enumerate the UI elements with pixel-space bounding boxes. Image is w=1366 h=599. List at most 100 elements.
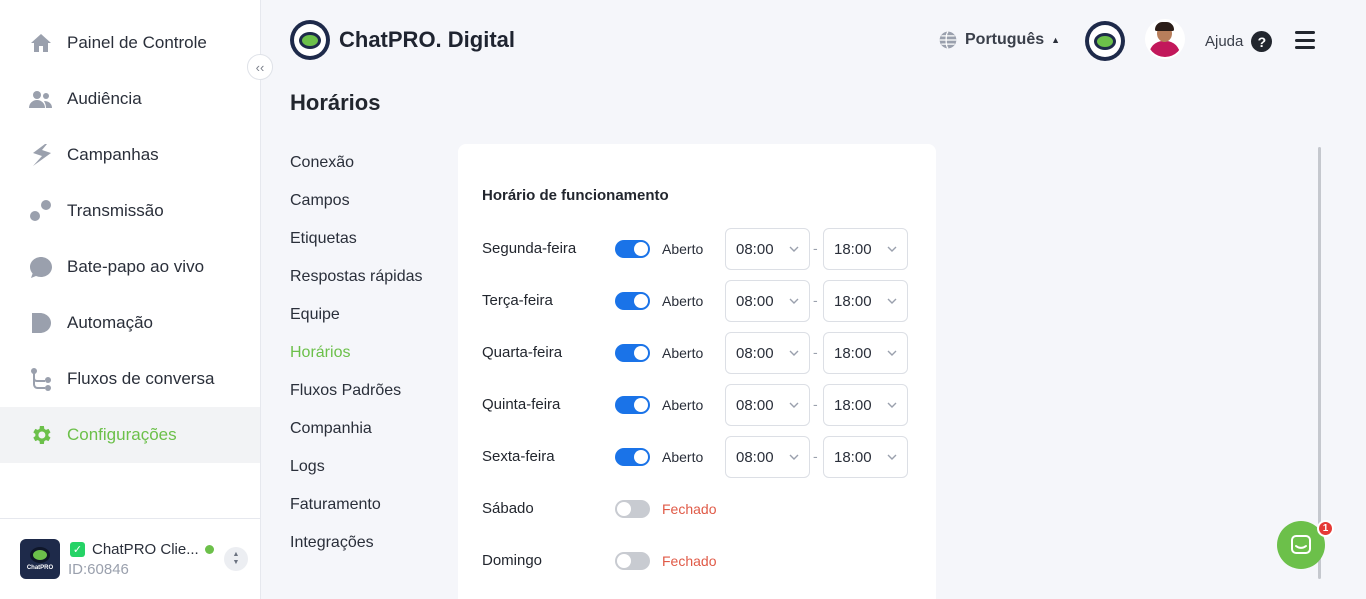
open-toggle[interactable] bbox=[615, 396, 650, 414]
sidebar-item-label: Transmissão bbox=[67, 201, 164, 220]
day-label: Segunda-feira bbox=[482, 240, 577, 257]
schedule-row: Segunda-feira Aberto 08:00 - 18:00 bbox=[458, 228, 936, 270]
open-toggle[interactable] bbox=[615, 552, 650, 570]
chevron-down-icon bbox=[887, 246, 897, 252]
schedule-row: Sábado Fechado bbox=[458, 488, 936, 530]
collapse-sidebar-button[interactable]: ‹‹ bbox=[247, 54, 273, 80]
brand-logo bbox=[290, 20, 330, 60]
account-logo: ChatPRO bbox=[20, 539, 60, 579]
sidebar-item-label: Bate-papo ao vivo bbox=[67, 257, 205, 276]
account-switcher-button[interactable]: ▲ ▼ bbox=[224, 547, 248, 571]
sidebar-item-label: Configurações bbox=[67, 425, 177, 444]
status-label: Aberto bbox=[662, 241, 704, 257]
submenu-integracoes[interactable]: Integrações bbox=[290, 534, 374, 552]
brand-title: ChatPRO. Digital bbox=[339, 27, 516, 52]
submenu-companhia[interactable]: Companhia bbox=[290, 420, 372, 438]
campaign-icon bbox=[28, 142, 54, 168]
chevron-down-icon bbox=[887, 454, 897, 460]
question-icon: ? bbox=[1251, 31, 1273, 52]
brand: ChatPRO. Digital bbox=[290, 20, 515, 60]
sidebar-item-audiencia[interactable]: Audiência bbox=[0, 71, 260, 127]
sidebar-item-label: Automação bbox=[67, 313, 153, 332]
chevron-down-icon bbox=[789, 246, 799, 252]
sidebar-item-label: Fluxos de conversa bbox=[67, 369, 215, 388]
status-label: Aberto bbox=[662, 449, 704, 465]
start-time-select[interactable]: 08:00 bbox=[725, 436, 810, 478]
schedule-row: Quarta-feira Aberto 08:00 - 18:00 bbox=[458, 332, 936, 374]
end-time-select[interactable]: 18:00 bbox=[823, 228, 908, 270]
chevron-down-icon bbox=[887, 350, 897, 356]
day-label: Terça-feira bbox=[482, 292, 553, 309]
end-time-select[interactable]: 18:00 bbox=[823, 332, 908, 374]
language-selector[interactable]: Português ▲ bbox=[938, 30, 1060, 50]
schedule-row: Domingo Fechado bbox=[458, 540, 936, 582]
submenu-conexao[interactable]: Conexão bbox=[290, 154, 354, 172]
account-id: ID:60846 bbox=[68, 561, 129, 578]
submenu-respostas-rapidas[interactable]: Respostas rápidas bbox=[290, 268, 423, 286]
sidebar-item-configuracoes[interactable]: Configurações bbox=[0, 407, 260, 463]
time-separator: - bbox=[813, 240, 818, 256]
open-toggle[interactable] bbox=[615, 500, 650, 518]
sidebar-item-fluxos-de-conversa[interactable]: Fluxos de conversa bbox=[0, 351, 260, 407]
caret-up-icon: ▲ bbox=[1051, 35, 1061, 45]
day-label: Domingo bbox=[482, 552, 543, 569]
flow-icon bbox=[28, 366, 54, 392]
day-label: Quinta-feira bbox=[482, 396, 561, 413]
status-label: Fechado bbox=[662, 553, 717, 569]
sidebar-item-transmissao[interactable]: Transmissão bbox=[0, 183, 260, 239]
globe-icon bbox=[939, 31, 957, 49]
sidebar-item-bate-papo[interactable]: Bate-papo ao vivo bbox=[0, 239, 260, 295]
open-toggle[interactable] bbox=[615, 448, 650, 466]
card-title: Horário de funcionamento bbox=[482, 187, 669, 204]
status-label: Aberto bbox=[662, 293, 704, 309]
open-toggle[interactable] bbox=[615, 292, 650, 310]
day-label: Sábado bbox=[482, 500, 534, 517]
submenu-faturamento[interactable]: Faturamento bbox=[290, 496, 381, 514]
time-separator: - bbox=[813, 396, 818, 412]
submenu-fluxos-padroes[interactable]: Fluxos Padrões bbox=[290, 382, 401, 400]
chevron-down-icon bbox=[789, 402, 799, 408]
start-time-select[interactable]: 08:00 bbox=[725, 228, 810, 270]
open-toggle[interactable] bbox=[615, 344, 650, 362]
gear-icon bbox=[28, 422, 54, 448]
start-time-select[interactable]: 08:00 bbox=[725, 280, 810, 322]
chevron-down-icon bbox=[789, 298, 799, 304]
open-toggle[interactable] bbox=[615, 240, 650, 258]
submenu-logs[interactable]: Logs bbox=[290, 458, 325, 476]
chevron-down-icon bbox=[789, 350, 799, 356]
submenu-etiquetas[interactable]: Etiquetas bbox=[290, 230, 357, 248]
home-icon bbox=[28, 30, 54, 56]
language-label: Português bbox=[965, 31, 1045, 48]
status-label: Fechado bbox=[662, 501, 717, 517]
account-panel: ChatPRO ✓ ChatPRO Clie... ID:60846 ▲ ▼ bbox=[0, 518, 260, 599]
schedule-row: Quinta-feira Aberto 08:00 - 18:00 bbox=[458, 384, 936, 426]
day-label: Quarta-feira bbox=[482, 344, 563, 361]
schedule-row: Sexta-feira Aberto 08:00 - 18:00 bbox=[458, 436, 936, 478]
notification-badge: 1 bbox=[1317, 520, 1334, 537]
user-avatar[interactable] bbox=[1147, 21, 1183, 57]
chat-bubble-icon bbox=[28, 254, 54, 280]
submenu-equipe[interactable]: Equipe bbox=[290, 306, 340, 324]
sidebar-item-label: Audiência bbox=[67, 89, 142, 108]
help-link[interactable]: Ajuda ? bbox=[1205, 31, 1273, 52]
submenu-horarios[interactable]: Horários bbox=[290, 344, 350, 362]
sidebar-item-campanhas[interactable]: Campanhas bbox=[0, 127, 260, 183]
bot-avatar-button[interactable] bbox=[1085, 21, 1125, 61]
chevron-down-icon bbox=[887, 298, 897, 304]
time-separator: - bbox=[813, 292, 818, 308]
end-time-select[interactable]: 18:00 bbox=[823, 436, 908, 478]
sidebar-item-automacao[interactable]: Automação bbox=[0, 295, 260, 351]
scrollbar[interactable] bbox=[1318, 147, 1321, 579]
submenu-campos[interactable]: Campos bbox=[290, 192, 350, 210]
sidebar: Painel de Controle Audiência Campanhas T… bbox=[0, 0, 261, 599]
start-time-select[interactable]: 08:00 bbox=[725, 332, 810, 374]
hamburger-menu-icon[interactable] bbox=[1295, 31, 1315, 49]
end-time-select[interactable]: 18:00 bbox=[823, 384, 908, 426]
help-label: Ajuda bbox=[1205, 33, 1244, 50]
schedule-card: Horário de funcionamento Segunda-feira A… bbox=[458, 144, 936, 599]
end-time-select[interactable]: 18:00 bbox=[823, 280, 908, 322]
status-label: Aberto bbox=[662, 345, 704, 361]
schedule-row: Terça-feira Aberto 08:00 - 18:00 bbox=[458, 280, 936, 322]
start-time-select[interactable]: 08:00 bbox=[725, 384, 810, 426]
sidebar-item-painel-de-controle[interactable]: Painel de Controle bbox=[0, 15, 260, 71]
